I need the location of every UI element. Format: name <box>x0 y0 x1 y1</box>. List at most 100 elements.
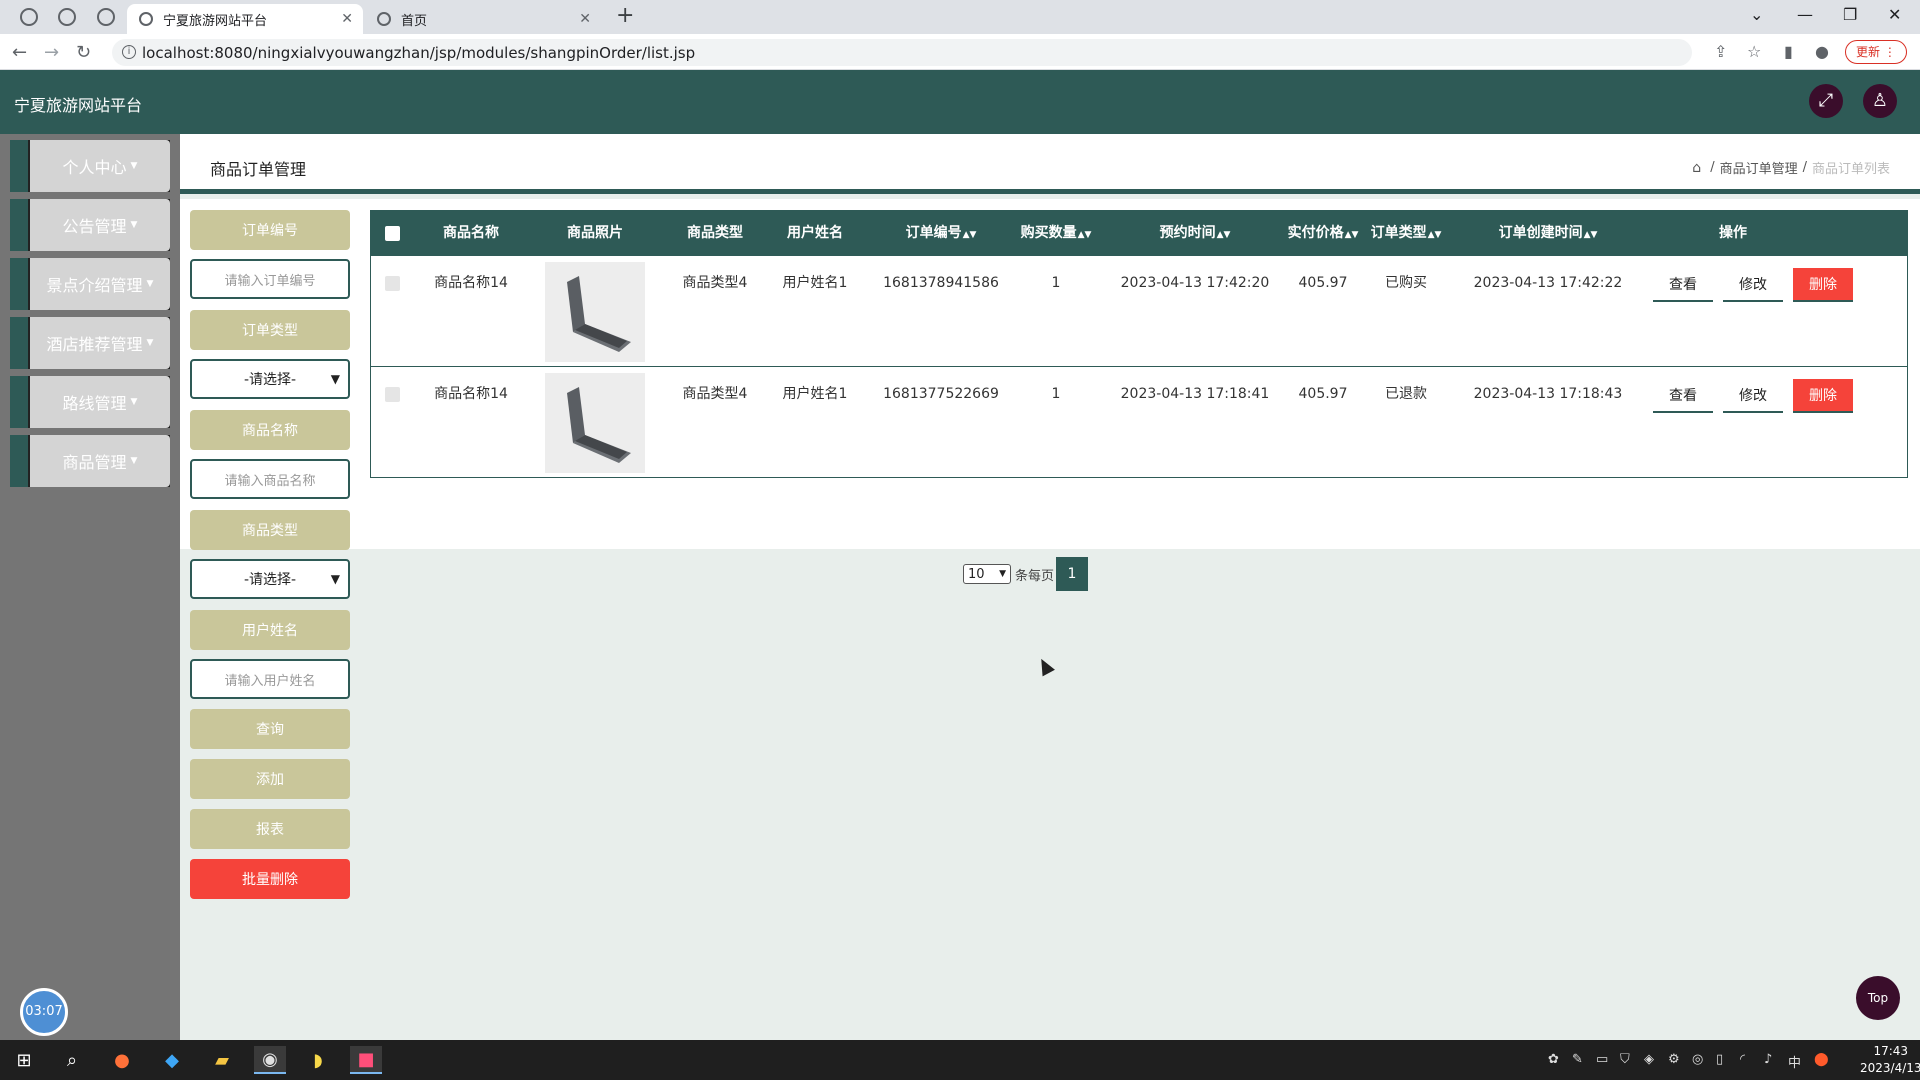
batch-delete-button[interactable]: 批量删除 <box>190 859 350 899</box>
row-checkbox[interactable] <box>385 387 400 402</box>
row-checkbox[interactable] <box>385 276 400 291</box>
cell-order-no: 1681377522669 <box>883 386 999 402</box>
view-button[interactable]: 查看 <box>1653 268 1713 302</box>
windows-start-icon[interactable]: ⊞ <box>8 1046 40 1074</box>
sidebar-item-hotel[interactable]: 酒店推荐管理 ▼ <box>10 317 170 369</box>
search-button[interactable]: 查询 <box>190 709 350 749</box>
page-size-select[interactable]: 10 ▼ <box>963 564 1011 584</box>
new-tab-icon[interactable]: + <box>616 3 634 28</box>
delete-button[interactable]: 删除 <box>1793 379 1853 413</box>
cell-user-name: 用户姓名1 <box>782 386 848 402</box>
history-icon[interactable] <box>20 8 38 26</box>
clock-widget: 03:07 <box>20 988 68 1036</box>
profile-icon[interactable]: ● <box>1815 42 1829 61</box>
file-explorer-icon[interactable]: ▰ <box>206 1046 238 1074</box>
reload-icon[interactable]: ↻ <box>76 42 91 63</box>
sidebar-item-notice[interactable]: 公告管理 ▼ <box>10 199 170 251</box>
globe-icon <box>377 12 391 26</box>
tray-app-icon[interactable]: ◎ <box>1692 1052 1703 1067</box>
chrome-icon[interactable]: ◉ <box>254 1046 286 1074</box>
star-icon[interactable]: ☆ <box>1747 42 1761 61</box>
system-clock[interactable]: 17:43 2023/4/13 <box>1860 1043 1920 1077</box>
back-to-top-button[interactable]: Top <box>1856 976 1900 1020</box>
close-icon[interactable]: ✕ <box>341 11 353 27</box>
cell-created-time: 2023-04-13 17:18:43 <box>1473 386 1623 402</box>
site-favicon-icon <box>139 12 153 26</box>
user-icon[interactable]: ♙ <box>1863 84 1897 118</box>
window-close-icon[interactable]: ✕ <box>1888 5 1901 24</box>
sidebar-item-product[interactable]: 商品管理 ▼ <box>10 435 170 487</box>
firefox-icon[interactable]: ● <box>106 1046 138 1074</box>
url-text: localhost:8080/ningxialvyouwangzhan/jsp/… <box>142 43 696 62</box>
caret-down-icon: ▼ <box>130 456 138 466</box>
order-no-input[interactable]: 请输入订单编号 <box>190 259 350 299</box>
tray-app-icon[interactable]: ✎ <box>1572 1052 1583 1067</box>
share-icon[interactable]: ⇪ <box>1714 42 1727 61</box>
app-icon[interactable]: ◗ <box>302 1046 334 1074</box>
intellij-icon[interactable]: ■ <box>350 1046 382 1074</box>
page-button-current[interactable]: 1 <box>1056 557 1089 591</box>
sidebar-item-route[interactable]: 路线管理 ▼ <box>10 376 170 428</box>
delete-button[interactable]: 删除 <box>1793 268 1853 302</box>
restore-icon[interactable]: ❐ <box>1843 5 1857 24</box>
browser-tab-active[interactable]: 宁夏旅游网站平台 ✕ <box>127 4 363 34</box>
column-header[interactable]: 购买数量▲▼ <box>996 211 1116 255</box>
update-button[interactable]: 更新 ⋮ <box>1845 40 1907 64</box>
view-button[interactable]: 查看 <box>1653 379 1713 413</box>
fullscreen-icon[interactable]: ⤢ <box>1809 84 1843 118</box>
battery-icon[interactable]: ▯ <box>1716 1052 1723 1067</box>
column-header[interactable]: 订单创建时间▲▼ <box>1463 211 1633 255</box>
chevron-down-icon[interactable]: ⌄ <box>1750 5 1763 24</box>
column-header[interactable]: 预约时间▲▼ <box>1110 211 1280 255</box>
ime-indicator[interactable]: 中 <box>1788 1052 1801 1071</box>
sidebar-item-label: 酒店推荐管理 <box>46 335 143 354</box>
history-icon[interactable] <box>97 8 115 26</box>
browser-tab[interactable]: 首页 ✕ <box>365 4 601 34</box>
search-icon[interactable]: ⌕ <box>56 1046 88 1074</box>
volume-icon[interactable]: ♪ <box>1764 1052 1772 1067</box>
column-header[interactable]: 订单编号▲▼ <box>881 211 1001 255</box>
caret-down-icon: ▼ <box>130 397 138 407</box>
tray-app-icon[interactable]: ▭ <box>1596 1052 1608 1067</box>
user-name-input[interactable]: 请输入用户姓名 <box>190 659 350 699</box>
caret-down-icon: ▼ <box>146 279 154 289</box>
page-title: 商品订单管理 <box>210 160 307 179</box>
vscode-icon[interactable]: ◆ <box>156 1046 188 1074</box>
tray-app-icon[interactable]: ✿ <box>1548 1052 1559 1067</box>
cell-product-name: 商品名称14 <box>434 275 508 291</box>
info-icon[interactable]: i <box>122 45 136 59</box>
order-type-select[interactable]: -请选择- ▼ <box>190 359 350 399</box>
sidebar-item-label: 个人中心 <box>62 158 127 177</box>
close-icon[interactable]: ✕ <box>579 11 591 27</box>
forward-icon[interactable]: → <box>44 42 59 63</box>
tray-app-icon[interactable]: ⚙ <box>1668 1052 1680 1067</box>
cell-created-time: 2023-04-13 17:42:22 <box>1473 275 1623 291</box>
sidebar-item-label: 公告管理 <box>62 217 127 236</box>
report-button[interactable]: 报表 <box>190 809 350 849</box>
sidebar-item-personal-center[interactable]: 个人中心 ▼ <box>10 140 170 192</box>
table-row: 商品名称14 商品类型4 用户姓名1 1681378941586 1 2023-… <box>371 255 1907 366</box>
product-type-select[interactable]: -请选择- ▼ <box>190 559 350 599</box>
breadcrumb-current: 商品订单列表 <box>1811 162 1890 177</box>
breadcrumb-item[interactable]: 商品订单管理 <box>1720 158 1798 177</box>
back-icon[interactable]: ← <box>12 42 27 63</box>
address-bar[interactable]: i localhost:8080/ningxialvyouwangzhan/js… <box>112 39 1692 66</box>
column-header[interactable]: 订单类型▲▼ <box>1356 211 1456 255</box>
edit-button[interactable]: 修改 <box>1723 268 1783 302</box>
table-header: 商品名称 商品照片 商品类型 用户姓名 订单编号▲▼ 购买数量▲▼ 预约时间▲▼… <box>371 211 1907 255</box>
product-name-input[interactable]: 请输入商品名称 <box>190 459 350 499</box>
cell-quantity: 1 <box>1051 275 1061 291</box>
tray-app-icon[interactable]: ◈ <box>1644 1052 1654 1067</box>
sidebar-item-scenic[interactable]: 景点介绍管理 ▼ <box>10 258 170 310</box>
add-button[interactable]: 添加 <box>190 759 350 799</box>
home-icon[interactable]: ⌂ <box>1692 160 1701 176</box>
history-icon[interactable] <box>58 8 76 26</box>
sidepanel-icon[interactable]: ▮ <box>1784 42 1793 61</box>
tray-shield-icon[interactable]: ⛉ <box>1620 1052 1630 1067</box>
minimize-icon[interactable]: — <box>1797 5 1813 24</box>
wifi-icon[interactable]: ◜ <box>1740 1052 1745 1067</box>
tray-app-icon[interactable]: ⬤ <box>1814 1052 1829 1067</box>
cell-quantity: 1 <box>1051 386 1061 402</box>
edit-button[interactable]: 修改 <box>1723 379 1783 413</box>
select-all-checkbox[interactable] <box>385 226 400 241</box>
